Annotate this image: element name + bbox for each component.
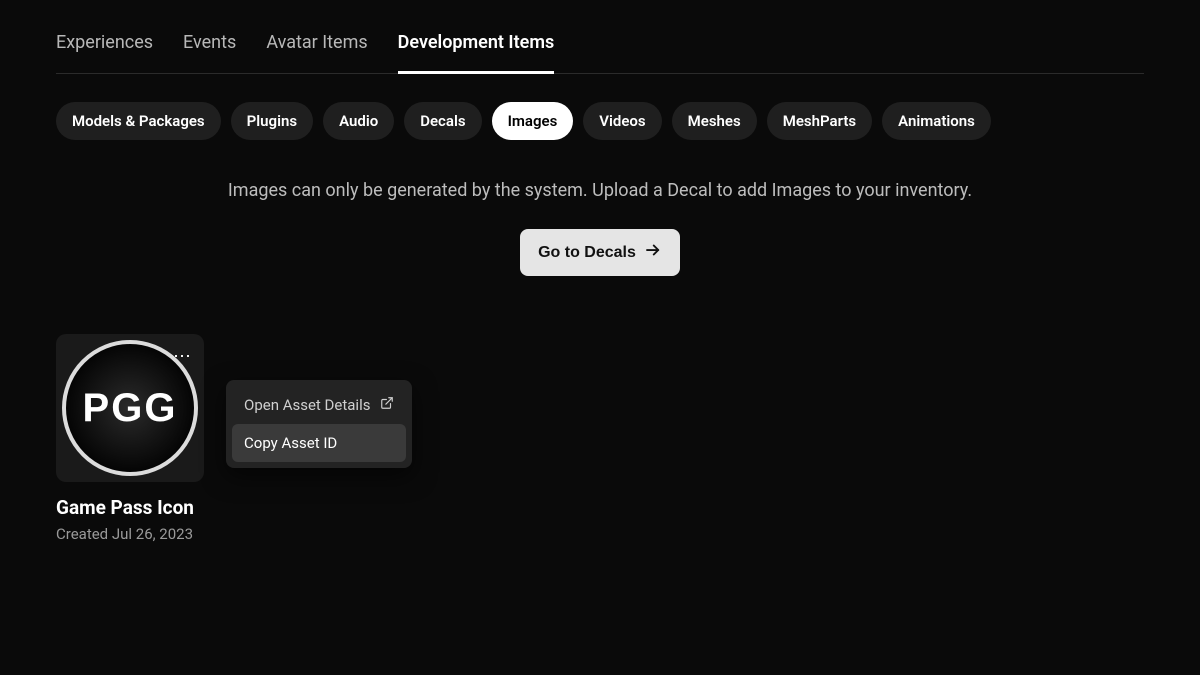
- asset-thumbnail[interactable]: PGG ⋯: [56, 334, 204, 482]
- filter-chip-meshparts[interactable]: MeshParts: [767, 102, 872, 140]
- filter-chip-decals[interactable]: Decals: [404, 102, 481, 140]
- filter-chip-models-packages[interactable]: Models & Packages: [56, 102, 221, 140]
- asset-card[interactable]: PGG ⋯ Game Pass Icon Created Jul 26, 202…: [56, 334, 204, 543]
- filter-chip-plugins[interactable]: Plugins: [231, 102, 313, 140]
- external-link-icon: [380, 396, 394, 414]
- notice-text: Images can only be generated by the syst…: [56, 180, 1144, 201]
- go-to-decals-label: Go to Decals: [538, 244, 636, 262]
- filter-chip-animations[interactable]: Animations: [882, 102, 991, 140]
- filter-chip-meshes[interactable]: Meshes: [672, 102, 757, 140]
- system-notice: Images can only be generated by the syst…: [56, 180, 1144, 276]
- tab-experiences[interactable]: Experiences: [56, 20, 153, 73]
- filter-chip-videos[interactable]: Videos: [583, 102, 661, 140]
- asset-more-button[interactable]: ⋯: [166, 340, 198, 372]
- tab-events[interactable]: Events: [183, 20, 236, 73]
- asset-created-date: Created Jul 26, 2023: [56, 525, 204, 543]
- asset-context-menu: Open Asset Details Copy Asset ID: [226, 380, 412, 468]
- filter-chips: Models & Packages Plugins Audio Decals Image…: [56, 102, 1144, 140]
- asset-thumb-text: PGG: [83, 386, 178, 431]
- go-to-decals-button[interactable]: Go to Decals: [520, 229, 680, 276]
- filter-chip-audio[interactable]: Audio: [323, 102, 394, 140]
- open-asset-details-item[interactable]: Open Asset Details: [232, 386, 406, 424]
- tab-development-items[interactable]: Development Items: [398, 20, 555, 74]
- copy-asset-id-label: Copy Asset ID: [244, 434, 337, 452]
- arrow-right-icon: [644, 241, 662, 264]
- tab-avatar-items[interactable]: Avatar Items: [266, 20, 367, 73]
- open-asset-details-label: Open Asset Details: [244, 396, 370, 414]
- copy-asset-id-item[interactable]: Copy Asset ID: [232, 424, 406, 462]
- ellipsis-icon: ⋯: [173, 346, 191, 367]
- filter-chip-images[interactable]: Images: [492, 102, 574, 140]
- main-tabs: Experiences Events Avatar Items Development…: [56, 20, 1144, 74]
- asset-title: Game Pass Icon: [56, 496, 204, 519]
